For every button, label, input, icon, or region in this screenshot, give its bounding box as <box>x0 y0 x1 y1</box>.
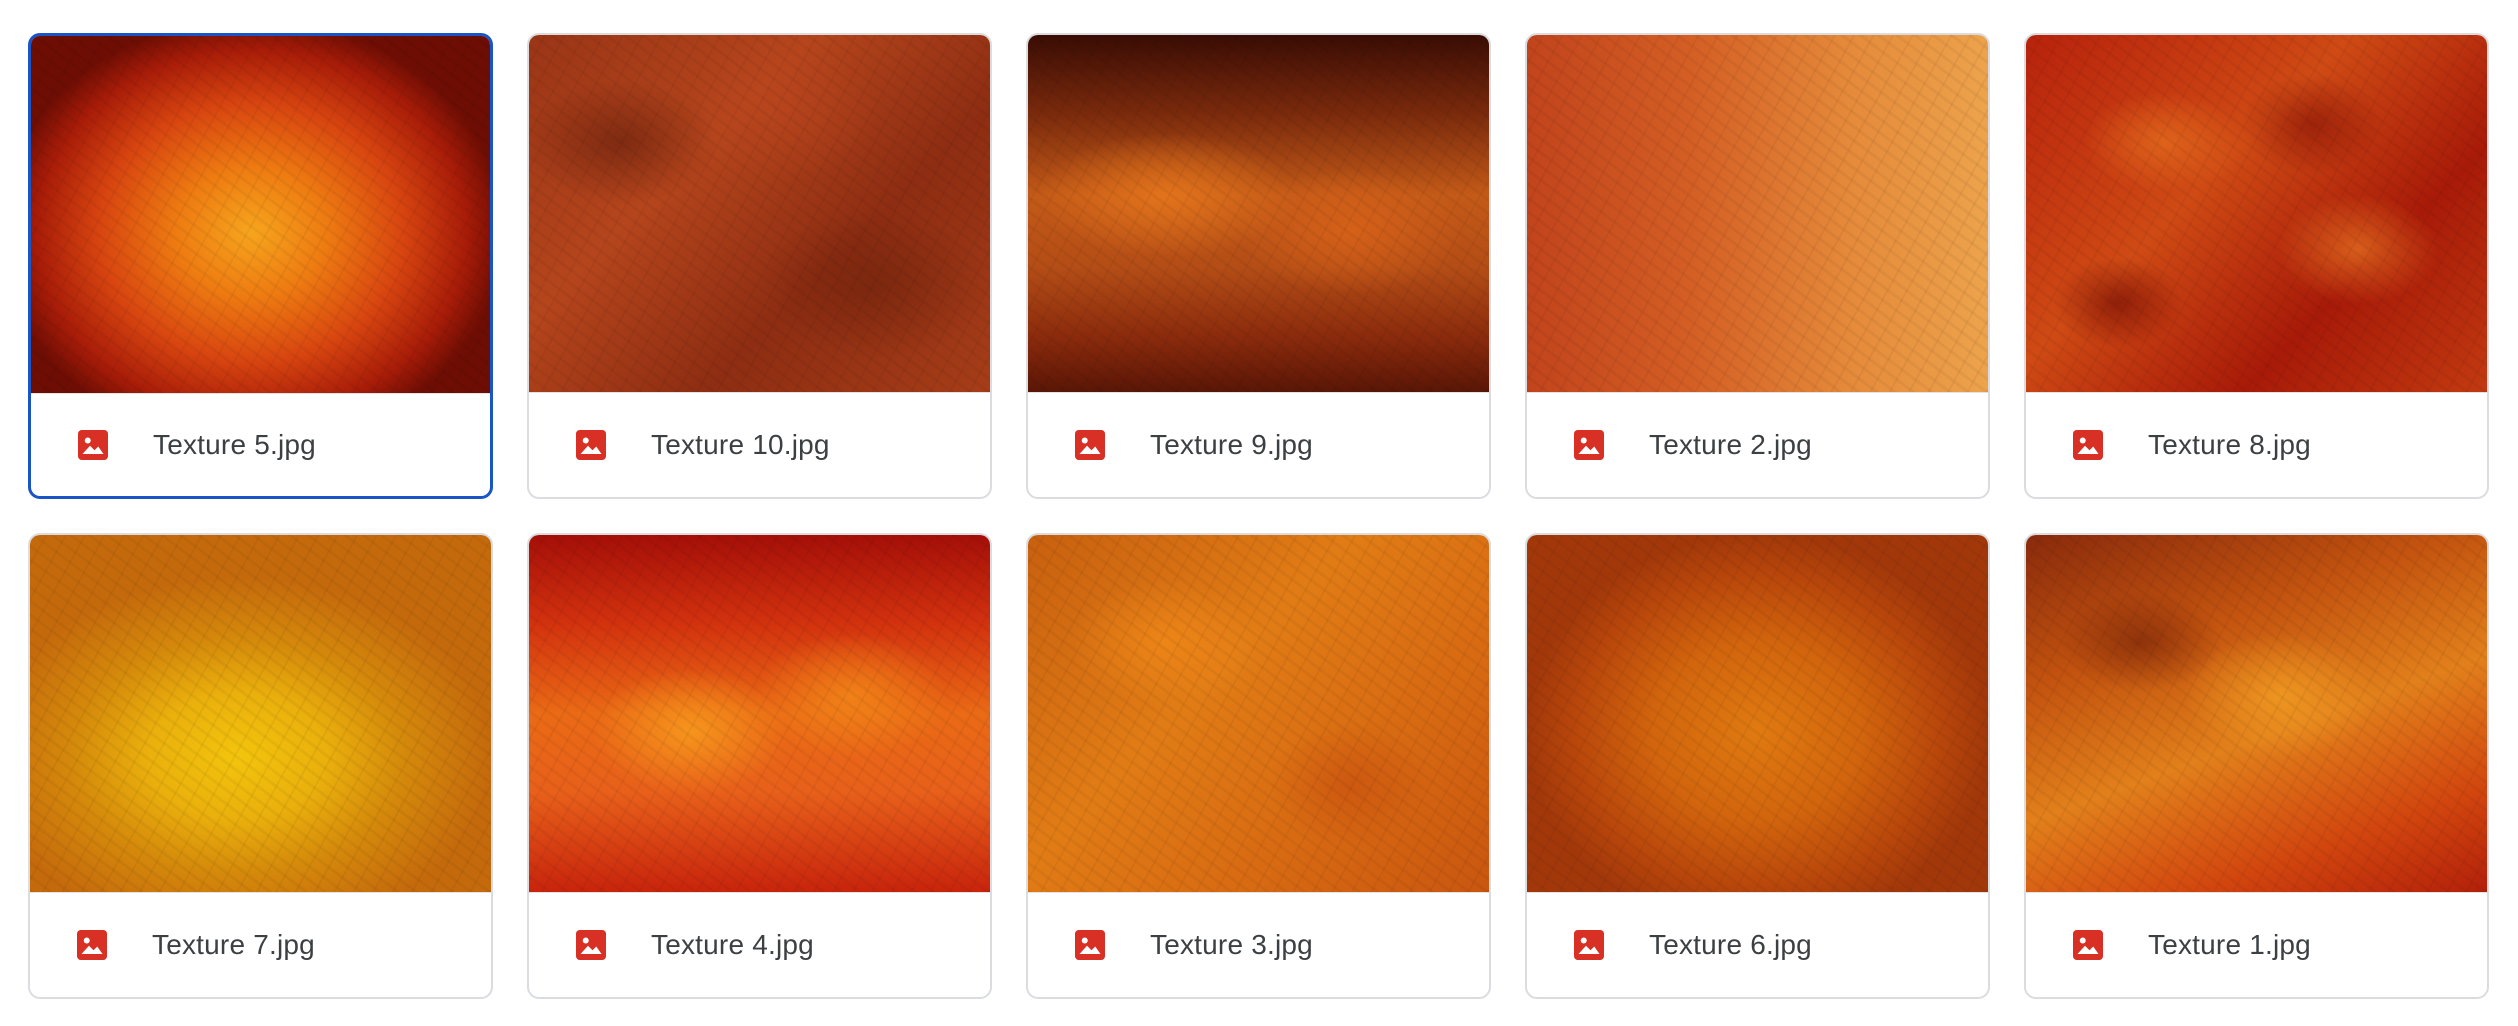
file-grid: Texture 5.jpg Texture 10.jpg Texture 9.j… <box>28 33 2489 999</box>
file-name: Texture 7.jpg <box>152 929 315 960</box>
file-card-footer[interactable]: Texture 9.jpg <box>1028 392 1489 497</box>
file-card-footer[interactable]: Texture 6.jpg <box>1527 892 1988 997</box>
file-name: Texture 9.jpg <box>1150 429 1313 460</box>
file-card[interactable]: Texture 2.jpg <box>1525 33 1990 499</box>
image-file-icon <box>2070 927 2106 963</box>
file-card-footer[interactable]: Texture 10.jpg <box>529 392 990 497</box>
file-card-footer[interactable]: Texture 2.jpg <box>1527 392 1988 497</box>
image-file-icon <box>1571 427 1607 463</box>
file-card-footer[interactable]: Texture 5.jpg <box>31 393 490 496</box>
image-file-icon <box>74 927 110 963</box>
file-thumbnail[interactable] <box>1028 35 1489 392</box>
file-thumbnail[interactable] <box>2026 35 2487 392</box>
file-card-footer[interactable]: Texture 1.jpg <box>2026 892 2487 997</box>
image-file-icon <box>1072 427 1108 463</box>
file-card[interactable]: Texture 10.jpg <box>527 33 992 499</box>
file-name: Texture 10.jpg <box>651 429 830 460</box>
file-thumbnail[interactable] <box>30 535 491 892</box>
image-file-icon <box>75 427 111 463</box>
file-card[interactable]: Texture 4.jpg <box>527 533 992 999</box>
file-thumbnail[interactable] <box>529 535 990 892</box>
image-file-icon <box>1072 927 1108 963</box>
image-file-icon <box>2070 427 2106 463</box>
file-card-footer[interactable]: Texture 7.jpg <box>30 892 491 997</box>
file-thumbnail[interactable] <box>2026 535 2487 892</box>
file-thumbnail[interactable] <box>529 35 990 392</box>
file-thumbnail[interactable] <box>1527 35 1988 392</box>
file-card[interactable]: Texture 7.jpg <box>28 533 493 999</box>
file-card[interactable]: Texture 8.jpg <box>2024 33 2489 499</box>
file-card-footer[interactable]: Texture 4.jpg <box>529 892 990 997</box>
file-name: Texture 5.jpg <box>153 429 316 460</box>
file-name: Texture 1.jpg <box>2148 929 2311 960</box>
file-card-footer[interactable]: Texture 3.jpg <box>1028 892 1489 997</box>
file-card[interactable]: Texture 1.jpg <box>2024 533 2489 999</box>
file-thumbnail[interactable] <box>1527 535 1988 892</box>
image-file-icon <box>573 427 609 463</box>
file-card[interactable]: Texture 5.jpg <box>28 33 493 499</box>
file-name: Texture 6.jpg <box>1649 929 1812 960</box>
file-card[interactable]: Texture 9.jpg <box>1026 33 1491 499</box>
file-name: Texture 2.jpg <box>1649 429 1812 460</box>
file-card[interactable]: Texture 3.jpg <box>1026 533 1491 999</box>
file-card-footer[interactable]: Texture 8.jpg <box>2026 392 2487 497</box>
file-thumbnail[interactable] <box>1028 535 1489 892</box>
file-name: Texture 8.jpg <box>2148 429 2311 460</box>
file-thumbnail[interactable] <box>31 36 490 393</box>
file-card[interactable]: Texture 6.jpg <box>1525 533 1990 999</box>
image-file-icon <box>1571 927 1607 963</box>
image-file-icon <box>573 927 609 963</box>
file-name: Texture 3.jpg <box>1150 929 1313 960</box>
file-name: Texture 4.jpg <box>651 929 814 960</box>
